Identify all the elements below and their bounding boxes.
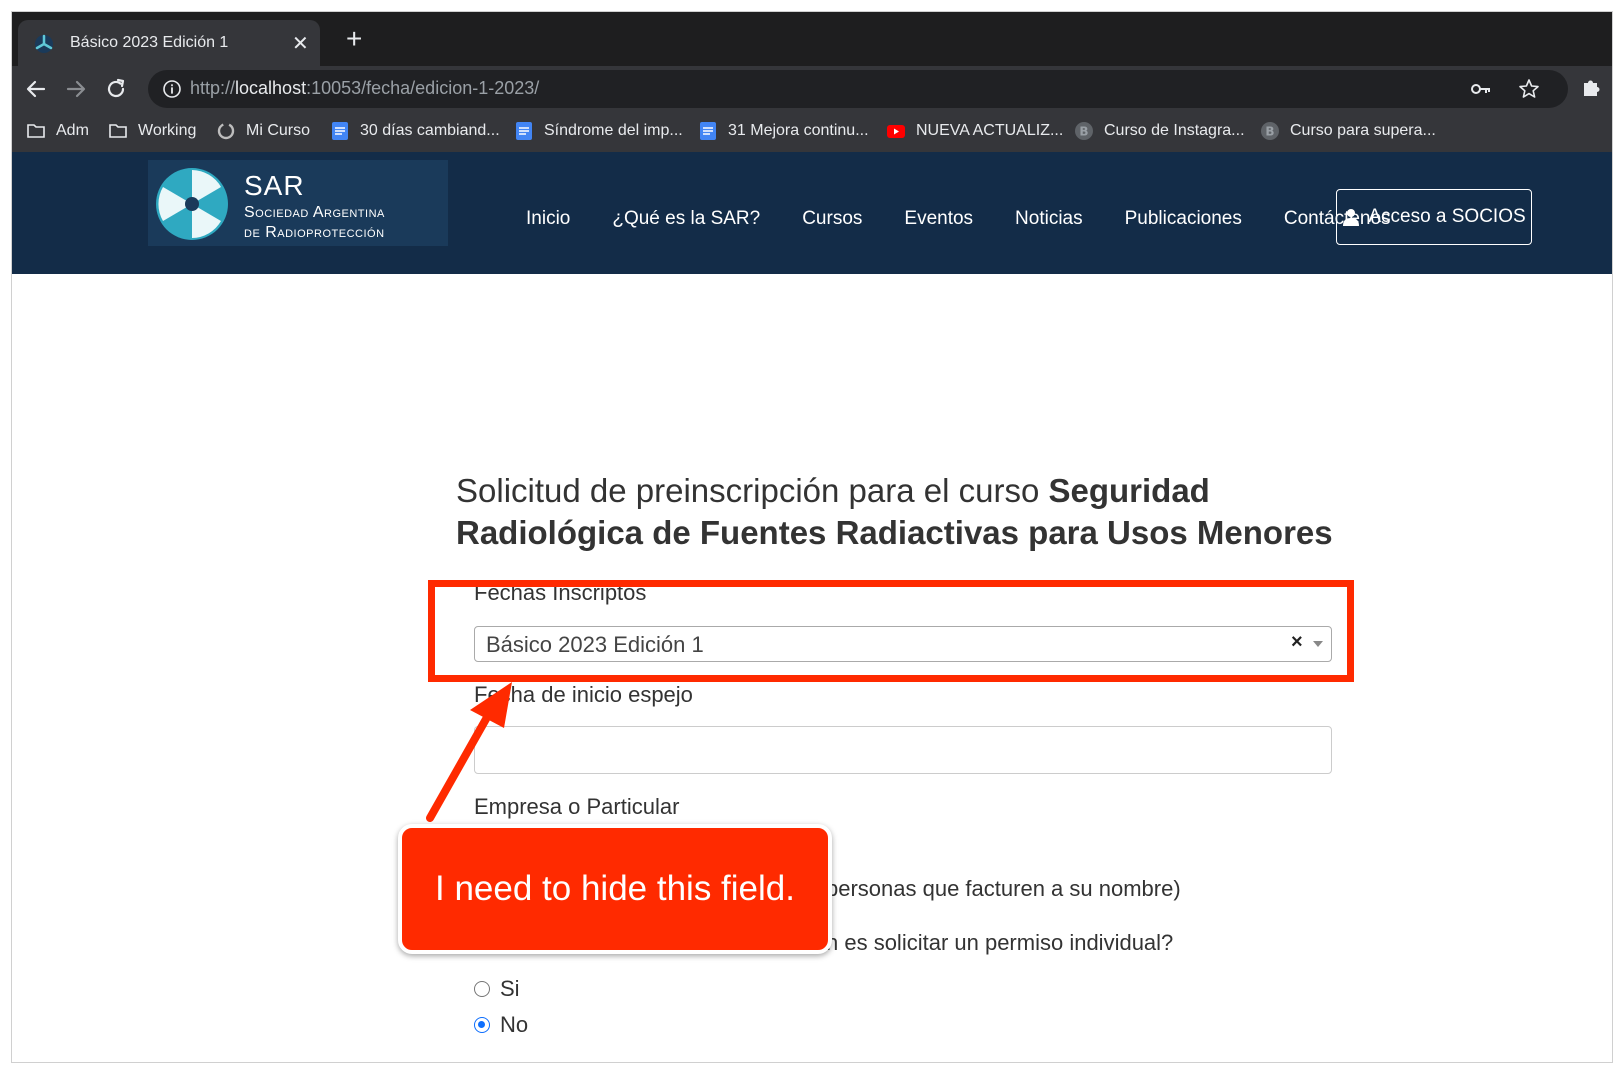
radio-no[interactable] <box>474 1017 490 1033</box>
nav-inicio[interactable]: Inicio <box>526 208 570 230</box>
logo-title: SAR <box>244 170 305 201</box>
new-tab-icon[interactable]: + <box>346 24 362 54</box>
tab-title: Básico 2023 Edición 1 <box>70 34 229 51</box>
nav-eventos[interactable]: Eventos <box>904 208 973 230</box>
logo-subtitle-line1: Sociedad Argentina <box>244 204 385 221</box>
browser-toolbar: http://localhost:10053/fecha/edicion-1-2… <box>12 66 1612 112</box>
back-icon[interactable] <box>24 77 48 101</box>
acceso-socios-label: Acceso a SOCIOS <box>1368 206 1526 227</box>
bookmark-mi-curso[interactable]: Mi Curso <box>216 121 310 141</box>
bookmark-30-dias[interactable]: 30 días cambiand... <box>330 121 500 141</box>
forward-icon[interactable] <box>64 77 88 101</box>
permiso-question-text: n es solicitar un permiso individual? <box>826 930 1174 955</box>
folder-icon <box>27 124 45 138</box>
tab-close-icon[interactable]: ✕ <box>292 31 309 56</box>
browser-tab[interactable]: Básico 2023 Edición 1 ✕ <box>18 20 320 66</box>
main-nav: Inicio ¿Qué es la SAR? Cursos Eventos No… <box>526 208 1433 230</box>
folder-icon <box>109 124 127 138</box>
circle-logo-icon <box>217 122 235 140</box>
tab-bar: Básico 2023 Edición 1 ✕ + <box>12 12 1612 66</box>
svg-text:B: B <box>1265 125 1274 139</box>
annotation-callout: I need to hide this field. <box>398 824 832 954</box>
acceso-socios-button[interactable]: Acceso a SOCIOS <box>1336 189 1532 245</box>
youtube-icon <box>887 125 905 138</box>
page-title: Solicitud de preinscripción para el curs… <box>456 472 1333 551</box>
sar-logo[interactable]: SAR Sociedad Argentina de Radioprotecció… <box>148 160 448 246</box>
annotation-highlight-box <box>428 580 1354 682</box>
annotation-arrow-icon <box>426 682 512 822</box>
user-icon <box>1343 209 1360 226</box>
site-header: SAR Sociedad Argentina de Radioprotecció… <box>12 152 1612 274</box>
site-favicon-icon <box>35 34 53 53</box>
docs-icon <box>516 122 532 140</box>
info-icon[interactable] <box>162 79 182 99</box>
nav-que-es-la-sar[interactable]: ¿Qué es la SAR? <box>612 208 760 230</box>
bookmarks-bar: Adm Working Mi Curso 30 días cambiand...… <box>12 112 1612 152</box>
nav-publicaciones[interactable]: Publicaciones <box>1125 208 1242 230</box>
logo-subtitle-line2: de Radioprotección <box>244 224 385 241</box>
bookmark-curso-instagram[interactable]: B Curso de Instagra... <box>1074 121 1245 141</box>
radio-no-label: No <box>500 1012 529 1037</box>
docs-icon <box>332 122 348 140</box>
radio-no-row[interactable]: No <box>474 1012 528 1038</box>
b-circle-icon: B <box>1075 122 1093 140</box>
fecha-inicio-espejo-input[interactable] <box>474 726 1332 774</box>
nav-noticias[interactable]: Noticias <box>1015 208 1083 230</box>
radio-si[interactable] <box>474 981 490 997</box>
svg-text:B: B <box>1079 125 1088 139</box>
extensions-puzzle-icon[interactable] <box>1580 77 1602 99</box>
docs-icon <box>700 122 716 140</box>
radio-si-row[interactable]: Si <box>474 976 520 1002</box>
bookmark-working[interactable]: Working <box>108 121 196 141</box>
address-bar[interactable]: http://localhost:10053/fecha/edicion-1-2… <box>148 70 1568 108</box>
nav-cursos[interactable]: Cursos <box>802 208 862 230</box>
bookmark-31-mejora[interactable]: 31 Mejora continu... <box>698 121 869 141</box>
bookmark-nueva-actualiz[interactable]: NUEVA ACTUALIZ... <box>886 121 1063 141</box>
reload-icon[interactable] <box>104 77 128 101</box>
particular-option-text: personas que facturen a su nombre) <box>826 876 1181 901</box>
url-text: http://localhost:10053/fecha/edicion-1-2… <box>190 78 540 98</box>
radio-si-label: Si <box>500 976 520 1001</box>
radiation-logo-icon <box>156 168 228 240</box>
bookmark-star-icon[interactable] <box>1518 78 1540 100</box>
bookmark-curso-superar[interactable]: B Curso para supera... <box>1260 121 1436 141</box>
bookmark-sindrome[interactable]: Síndrome del imp... <box>514 121 683 141</box>
bookmark-adm[interactable]: Adm <box>26 121 89 141</box>
browser-window: Básico 2023 Edición 1 ✕ + http://localho… <box>12 12 1612 1062</box>
annotation-callout-text: I need to hide this field. <box>435 869 795 908</box>
key-icon[interactable] <box>1470 79 1492 99</box>
b-circle-icon: B <box>1261 122 1279 140</box>
